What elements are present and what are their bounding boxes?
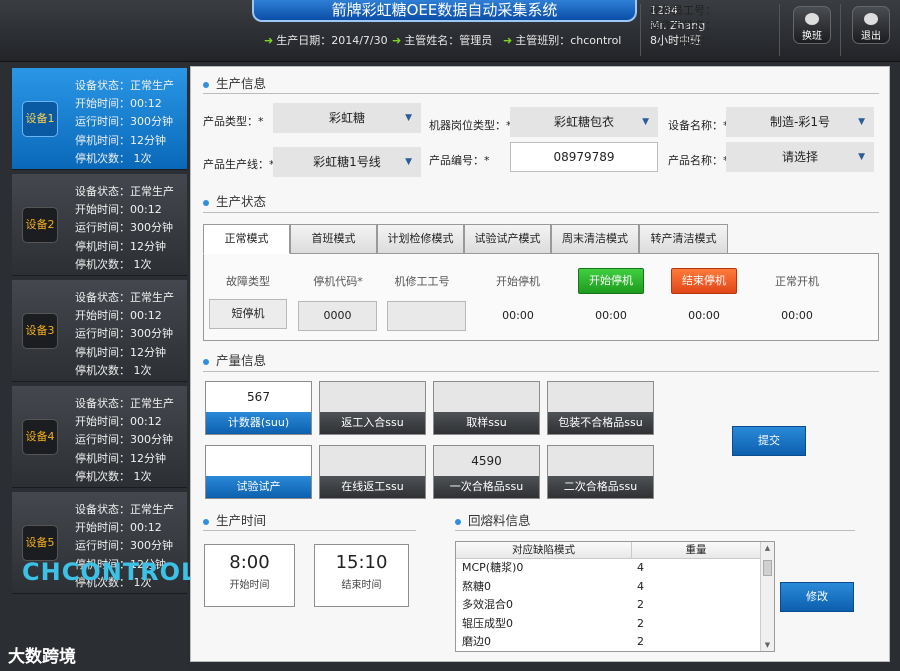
- tab-changeover-cleaning-mode[interactable]: 转产清洁模式: [639, 224, 728, 254]
- exit-button[interactable]: 退出: [852, 6, 890, 44]
- product-number-input[interactable]: 08979789: [510, 142, 658, 172]
- header-divider: [840, 4, 841, 56]
- production-date: ➜ 生产日期：2014/7/30: [264, 34, 388, 47]
- bullet-icon: [455, 518, 461, 525]
- end-time-card: 15:10 结束时间: [314, 544, 409, 607]
- repair-worker-id-input[interactable]: [387, 301, 466, 331]
- supervisor-name: ➜ 主管姓名：管理员: [392, 34, 493, 47]
- scroll-up-icon[interactable]: ▲: [761, 544, 774, 552]
- table-row[interactable]: 磨边0 2: [456, 633, 774, 651]
- device-badge: 设备3: [22, 313, 58, 349]
- device-badge: 设备1: [22, 101, 58, 137]
- stop-code-input[interactable]: 0000: [298, 301, 377, 331]
- table-row[interactable]: MCP(糖浆)0 4: [456, 559, 774, 578]
- arrow-icon: ➜: [392, 34, 402, 47]
- second-pass-tile[interactable]: 二次合格品ssu: [547, 445, 654, 499]
- counter-tile[interactable]: 567 计数器(suu): [205, 381, 312, 435]
- table-scrollbar[interactable]: ▲ ▼: [760, 542, 774, 651]
- start-time-card: 8:00 开始时间: [204, 544, 295, 607]
- bullet-icon: [203, 199, 209, 206]
- section-production-info: 生产信息: [203, 73, 266, 92]
- table-row[interactable]: 多效混合0 2: [456, 596, 774, 615]
- table-row[interactable]: 熬糖0 4: [456, 578, 774, 597]
- divider: [203, 371, 879, 372]
- app-title: 箭牌彩虹糖OEE数据自动采集系统: [252, 0, 637, 22]
- divider: [203, 212, 879, 213]
- trial-production-tile[interactable]: 试验试产: [205, 445, 312, 499]
- normal-start-value: 00:00: [781, 309, 813, 322]
- product-type-select[interactable]: 彩虹糖 ▼: [273, 103, 421, 133]
- supervisor-shift: ➜ 主管班别：chcontrol: [503, 34, 622, 47]
- section-rework-info: 回熔料信息: [455, 510, 531, 529]
- rework-table[interactable]: 对应缺陷模式 重量 MCP(糖浆)0 4 熬糖0 4 多效混合0 2 辊压成型0 2 磨…: [455, 541, 775, 652]
- end-stop-button[interactable]: 结束停机: [671, 268, 737, 294]
- divider: [203, 93, 879, 94]
- watermark: 大数跨境: [8, 647, 76, 667]
- start-stop-time: 00:00: [595, 309, 627, 322]
- header-divider: [779, 4, 780, 56]
- device-card-1[interactable]: 设备1 设备状态：正常生产 开始时间：00:12 运行时间：300分钟 停机时间…: [12, 68, 187, 170]
- user-icon: [805, 13, 819, 25]
- divider: [203, 530, 416, 531]
- bullet-icon: [203, 81, 209, 88]
- machine-post-select[interactable]: 彩虹糖包衣 ▼: [510, 107, 658, 137]
- device-card-2[interactable]: 设备2 设备状态：正常生产 开始时间：00:12 运行时间：300分钟 停机时间…: [12, 174, 187, 276]
- chevron-down-icon: ▼: [858, 152, 865, 162]
- tab-weekend-cleaning-mode[interactable]: 周末清洁模式: [551, 224, 639, 254]
- device-card-3[interactable]: 设备3 设备状态：正常生产 开始时间：00:12 运行时间：300分钟 停机时间…: [12, 280, 187, 382]
- first-pass-tile[interactable]: 4590 一次合格品ssu: [433, 445, 540, 499]
- tab-trial-production-mode[interactable]: 试验试产模式: [464, 224, 551, 254]
- main-panel: 生产信息 产品类型：* 彩虹糖 ▼ 机器岗位类型：* 彩虹糖包衣 ▼ 设备名称：* …: [190, 66, 890, 662]
- start-stop-button[interactable]: 开始停机: [578, 268, 644, 294]
- fault-type-field[interactable]: 短停机: [209, 299, 287, 329]
- modify-button[interactable]: 修改: [780, 582, 854, 612]
- company-logo: CHCONTROL: [22, 558, 198, 586]
- operator-info: 操作员工号： 1234 操作员姓名： Mr. Zhang 班次： 8小时中班: [650, 4, 716, 47]
- section-output-info: 产量信息: [203, 350, 266, 369]
- online-rework-tile[interactable]: 在线返工ssu: [319, 445, 426, 499]
- scroll-down-icon[interactable]: ▼: [761, 641, 774, 649]
- divider: [455, 530, 855, 531]
- arrow-icon: ➜: [264, 34, 274, 47]
- start-stop-value: 00:00: [502, 309, 534, 322]
- chevron-down-icon: ▼: [642, 117, 649, 127]
- end-stop-time: 00:00: [688, 309, 720, 322]
- tab-planned-maintenance-mode[interactable]: 计划检修模式: [377, 224, 464, 254]
- device-badge: 设备2: [22, 207, 58, 243]
- rework-tile[interactable]: 返工入合ssu: [319, 381, 426, 435]
- bullet-icon: [203, 518, 209, 525]
- header-divider: [640, 4, 641, 56]
- table-row[interactable]: 辊压成型0 2: [456, 615, 774, 634]
- tab-normal-mode[interactable]: 正常模式: [203, 224, 290, 254]
- table-header: 对应缺陷模式 重量: [456, 542, 774, 559]
- packaging-reject-tile[interactable]: 包装不合格品ssu: [547, 381, 654, 435]
- tab-first-shift-mode[interactable]: 首班模式: [290, 224, 377, 254]
- product-name-select[interactable]: 请选择 ▼: [726, 142, 874, 172]
- scroll-thumb[interactable]: [763, 560, 772, 576]
- chevron-down-icon: ▼: [405, 113, 412, 123]
- sample-tile[interactable]: 取样ssu: [433, 381, 540, 435]
- device-badge: 设备4: [22, 419, 58, 455]
- chevron-down-icon: ▼: [405, 157, 412, 167]
- bullet-icon: [203, 358, 209, 365]
- exit-icon: [864, 13, 878, 25]
- device-card-4[interactable]: 设备4 设备状态：正常生产 开始时间：00:12 运行时间：300分钟 停机时间…: [12, 386, 187, 488]
- device-badge: 设备5: [22, 525, 58, 561]
- section-production-time: 生产时间: [203, 510, 266, 529]
- chevron-down-icon: ▼: [858, 117, 865, 127]
- device-name-select[interactable]: 制造-彩1号 ▼: [726, 107, 874, 137]
- app-header: 箭牌彩虹糖OEE数据自动采集系统 ➜ 生产日期：2014/7/30 ➜ 主管姓名：管…: [0, 0, 900, 62]
- submit-button[interactable]: 提交: [732, 426, 806, 456]
- section-production-status: 生产状态: [203, 191, 266, 210]
- production-line-select[interactable]: 彩虹糖1号线 ▼: [273, 147, 421, 177]
- arrow-icon: ➜: [503, 34, 513, 47]
- switch-shift-button[interactable]: 换班: [793, 6, 831, 44]
